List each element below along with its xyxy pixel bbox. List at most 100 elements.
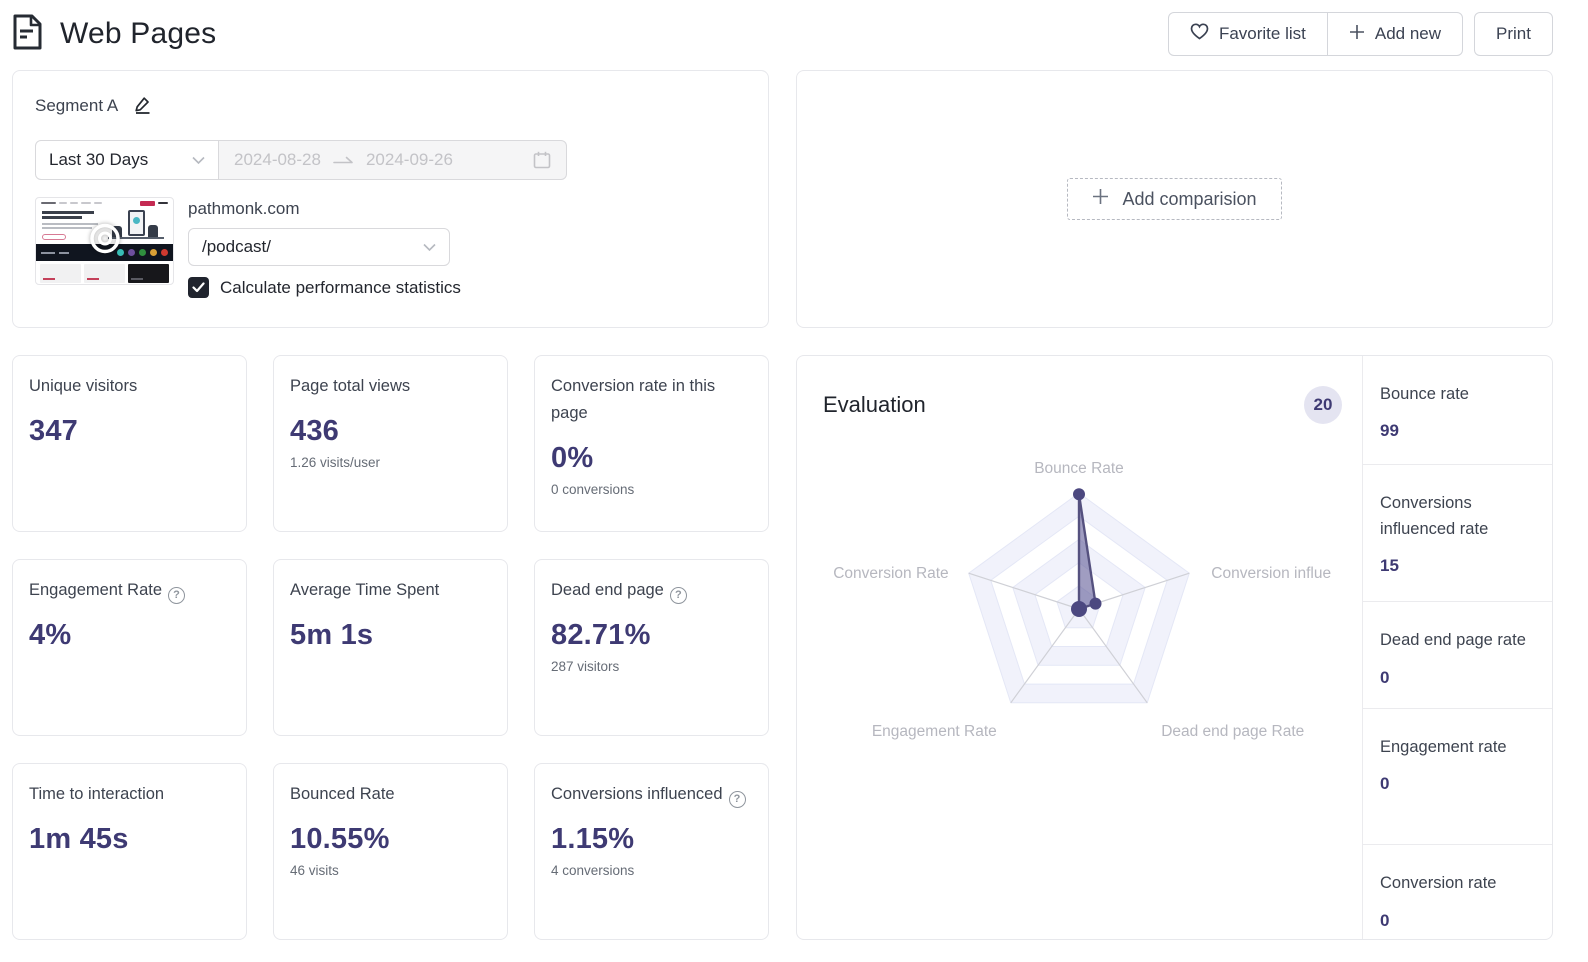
help-icon[interactable]: ? xyxy=(168,586,186,604)
plus-icon xyxy=(1092,188,1109,210)
favorite-list-button[interactable]: Favorite list xyxy=(1167,12,1328,56)
metric-label: Time to interaction xyxy=(29,785,165,803)
segment-panel: Segment A Last 30 Days 2024-08-28 2024-0… xyxy=(12,70,769,328)
document-icon xyxy=(12,14,43,55)
metric-value: 1.15% xyxy=(551,823,635,856)
metric-value: 347 xyxy=(29,415,78,448)
arrow-right-icon xyxy=(333,150,354,170)
score-badge: 20 xyxy=(1304,386,1342,424)
stat-value: 0 xyxy=(1380,667,1390,687)
radar-chart: Bounce Rate Conversion influe Dead end pag… xyxy=(833,460,1331,740)
metric-value: 436 xyxy=(290,415,339,448)
web-pages-dashboard: Web Pages Favorite list Add new Print Se… xyxy=(0,0,1588,940)
print-button[interactable]: Print xyxy=(1474,12,1553,56)
plus-icon xyxy=(1349,24,1365,45)
comparison-panel: Add comparision xyxy=(796,70,1553,328)
chevron-down-icon xyxy=(423,237,436,257)
svg-text:Bounce Rate: Bounce Rate xyxy=(1034,460,1124,477)
add-comparison-label: Add comparision xyxy=(1122,188,1257,209)
stat-row-bounce-rate: Bounce rate 99 xyxy=(1363,356,1552,465)
calendar-icon xyxy=(533,151,551,169)
metric-label: Average Time Spent xyxy=(290,581,440,599)
metric-label: Unique visitors xyxy=(29,377,138,395)
page-preview-thumbnail[interactable] xyxy=(35,197,174,285)
chevron-down-icon xyxy=(192,150,205,170)
metric-sub: 1.26 visits/user xyxy=(290,455,381,471)
title-wrap: Web Pages xyxy=(12,14,216,55)
metric-card-page-total-views: Page total views 436 1.26 visits/user xyxy=(273,355,508,532)
stat-value: 0 xyxy=(1380,910,1390,930)
favorite-list-label: Favorite list xyxy=(1218,24,1306,43)
metric-card-conversions-influenced: Conversions influenced? 1.15% 4 conversi… xyxy=(534,763,769,940)
metric-label: Conversion rate in this page xyxy=(551,377,716,423)
metric-value: 0% xyxy=(551,442,594,475)
stat-label: Conversion rate xyxy=(1380,874,1497,893)
metric-sub: 4 conversions xyxy=(551,863,635,879)
metric-label: Bounced Rate xyxy=(290,785,395,803)
metric-label: Dead end page xyxy=(551,581,664,599)
evaluation-sidebar: Bounce rate 99 Conversions influenced ra… xyxy=(1362,356,1552,939)
evaluation-title: Evaluation xyxy=(823,392,926,417)
calc-stats-checkbox[interactable] xyxy=(188,277,209,298)
add-new-button[interactable]: Add new xyxy=(1326,12,1464,56)
header-button-group: Favorite list Add new xyxy=(1167,12,1464,56)
help-icon[interactable]: ? xyxy=(669,586,687,604)
add-new-label: Add new xyxy=(1374,24,1442,43)
segment-name: Segment A xyxy=(35,96,119,115)
date-start: 2024-08-28 xyxy=(234,150,321,169)
stat-label: Conversions influenced rate xyxy=(1380,493,1489,539)
metric-label: Engagement Rate xyxy=(29,581,163,599)
stat-value: 15 xyxy=(1380,556,1399,576)
edit-segment-button[interactable] xyxy=(133,95,152,117)
stat-row-engagement-rate: Engagement rate 0 xyxy=(1363,709,1552,846)
metric-card-engagement-rate: Engagement Rate? 4% xyxy=(12,559,247,736)
svg-text:Engagement Rate: Engagement Rate xyxy=(872,723,997,740)
help-icon[interactable]: ? xyxy=(728,790,746,808)
evaluation-chart-area: Evaluation 20 Bounce Rate Conversion infl… xyxy=(797,356,1362,939)
topbar: Web Pages Favorite list Add new Print xyxy=(12,8,1553,60)
metric-label: Conversions influenced xyxy=(551,785,723,803)
metric-card-average-time-spent: Average Time Spent 5m 1s xyxy=(273,559,508,736)
calc-stats-label: Calculate performance statistics xyxy=(220,277,461,297)
metric-value: 4% xyxy=(29,619,72,652)
eye-icon xyxy=(87,221,123,262)
stat-label: Dead end page rate xyxy=(1380,631,1526,650)
date-preset-value: Last 30 Days xyxy=(49,150,149,169)
metric-value: 1m 45s xyxy=(29,823,129,856)
add-comparison-button[interactable]: Add comparision xyxy=(1067,178,1282,220)
page-path-select[interactable]: /podcast/ xyxy=(188,228,450,266)
metric-card-unique-visitors: Unique visitors 347 xyxy=(12,355,247,532)
edit-icon xyxy=(133,95,152,117)
date-preset-select[interactable]: Last 30 Days xyxy=(35,140,219,180)
metric-value: 82.71% xyxy=(551,619,651,652)
stat-label: Engagement rate xyxy=(1380,737,1507,756)
site-domain: pathmonk.com xyxy=(188,199,300,218)
header-actions: Favorite list Add new Print xyxy=(1167,12,1553,56)
svg-text:Conversion Rate: Conversion Rate xyxy=(833,565,948,582)
svg-text:Dead end page Rate: Dead end page Rate xyxy=(1161,723,1304,740)
metric-card-dead-end-page: Dead end page? 82.71% 287 visitors xyxy=(534,559,769,736)
metrics-grid: Unique visitors 347 Page total views 436… xyxy=(12,355,769,940)
metric-sub: 287 visitors xyxy=(551,659,620,675)
stat-row-conversion-rate: Conversion rate 0 xyxy=(1363,845,1552,939)
stat-label: Bounce rate xyxy=(1380,385,1469,403)
stat-value: 0 xyxy=(1380,774,1390,794)
metric-card-conversion-rate: Conversion rate in this page 0% 0 conver… xyxy=(534,355,769,532)
evaluation-panel: Evaluation 20 Bounce Rate Conversion infl… xyxy=(796,355,1553,940)
metric-sub: 0 conversions xyxy=(551,482,635,498)
metric-label: Page total views xyxy=(290,377,411,395)
stat-row-conversions-influenced-rate: Conversions influenced rate 15 xyxy=(1363,465,1552,603)
date-range-picker[interactable]: 2024-08-28 2024-09-26 xyxy=(219,140,567,180)
metric-value: 10.55% xyxy=(290,823,390,856)
date-end: 2024-09-26 xyxy=(365,150,453,169)
metric-card-bounced-rate: Bounced Rate 10.55% 46 visits xyxy=(273,763,508,940)
metric-card-time-to-interaction: Time to interaction 1m 45s xyxy=(12,763,247,940)
page-title: Web Pages xyxy=(60,17,217,50)
heart-icon xyxy=(1190,23,1209,45)
print-label: Print xyxy=(1496,24,1531,43)
page-path-value: /podcast/ xyxy=(202,237,271,256)
svg-text:Conversion influe: Conversion influe xyxy=(1211,565,1331,582)
metric-sub: 46 visits xyxy=(290,863,339,879)
stat-value: 99 xyxy=(1380,421,1399,441)
metric-value: 5m 1s xyxy=(290,619,374,652)
